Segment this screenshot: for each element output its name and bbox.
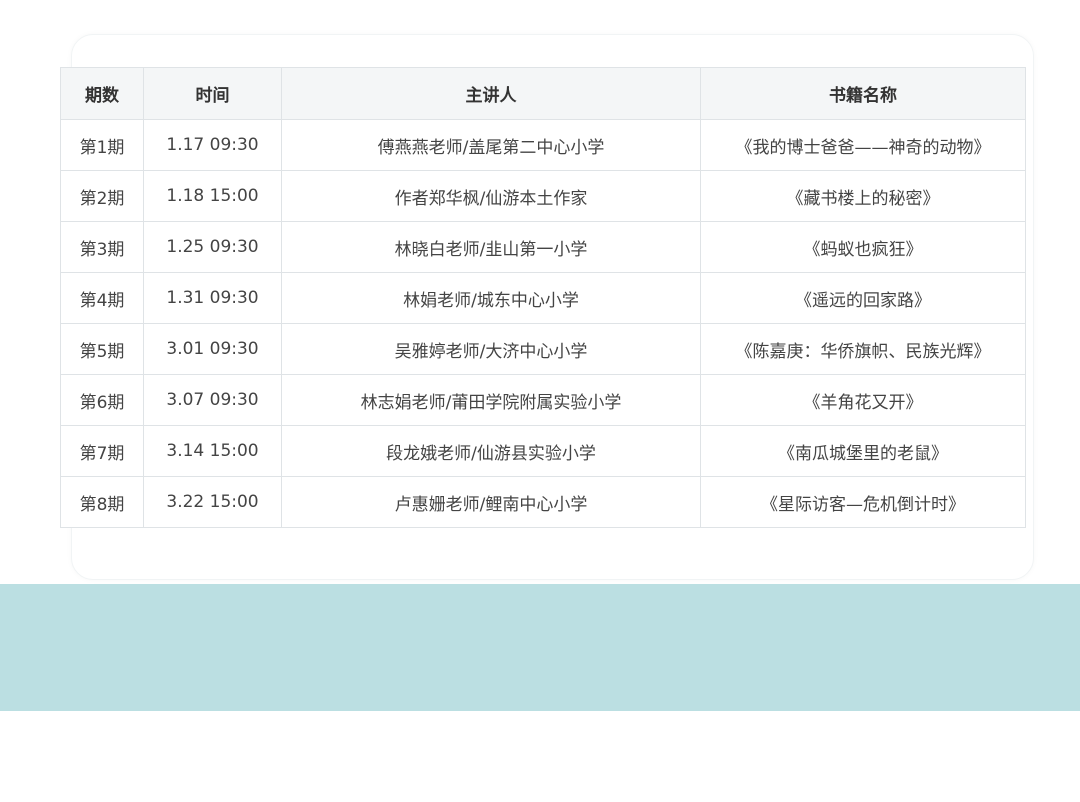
cell-issue: 第3期 bbox=[60, 221, 144, 273]
cell-time: 1.17 09:30 bbox=[143, 119, 282, 171]
table-row: 第6期 3.07 09:30 林志娟老师/莆田学院附属实验小学 《羊角花又开》 bbox=[60, 374, 1026, 426]
cell-book: 《羊角花又开》 bbox=[700, 374, 1026, 426]
table-row: 第1期 1.17 09:30 傅燕燕老师/盖尾第二中心小学 《我的博士爸爸——神… bbox=[60, 119, 1026, 171]
cell-speaker: 林志娟老师/莆田学院附属实验小学 bbox=[281, 374, 701, 426]
cell-issue: 第7期 bbox=[60, 425, 144, 477]
cell-book: 《星际访客—危机倒计时》 bbox=[700, 476, 1026, 528]
lecture-schedule-table: 期数 时间 主讲人 书籍名称 第1期 1.17 09:30 傅燕燕老师/盖尾第二… bbox=[60, 67, 1026, 528]
cell-speaker: 卢惠姗老师/鲤南中心小学 bbox=[281, 476, 701, 528]
cell-book: 《陈嘉庚：华侨旗帜、民族光辉》 bbox=[700, 323, 1026, 375]
cell-time: 3.01 09:30 bbox=[143, 323, 282, 375]
cell-time: 3.22 15:00 bbox=[143, 476, 282, 528]
cell-issue: 第6期 bbox=[60, 374, 144, 426]
table-row: 第8期 3.22 15:00 卢惠姗老师/鲤南中心小学 《星际访客—危机倒计时》 bbox=[60, 476, 1026, 528]
cell-time: 1.25 09:30 bbox=[143, 221, 282, 273]
cell-speaker: 段龙娥老师/仙游县实验小学 bbox=[281, 425, 701, 477]
cell-book: 《我的博士爸爸——神奇的动物》 bbox=[700, 119, 1026, 171]
table-row: 第5期 3.01 09:30 吴雅婷老师/大济中心小学 《陈嘉庚：华侨旗帜、民族… bbox=[60, 323, 1026, 375]
table-header-row: 期数 时间 主讲人 书籍名称 bbox=[60, 67, 1026, 120]
cell-time: 3.14 15:00 bbox=[143, 425, 282, 477]
header-issue: 期数 bbox=[60, 67, 144, 120]
cell-speaker: 林晓白老师/韭山第一小学 bbox=[281, 221, 701, 273]
cell-speaker: 吴雅婷老师/大济中心小学 bbox=[281, 323, 701, 375]
table-row: 第2期 1.18 15:00 作者郑华枫/仙游本土作家 《藏书楼上的秘密》 bbox=[60, 170, 1026, 222]
cell-time: 3.07 09:30 bbox=[143, 374, 282, 426]
table-row: 第3期 1.25 09:30 林晓白老师/韭山第一小学 《蚂蚁也疯狂》 bbox=[60, 221, 1026, 273]
cell-issue: 第1期 bbox=[60, 119, 144, 171]
cell-book: 《蚂蚁也疯狂》 bbox=[700, 221, 1026, 273]
cell-issue: 第2期 bbox=[60, 170, 144, 222]
cell-time: 1.18 15:00 bbox=[143, 170, 282, 222]
header-speaker: 主讲人 bbox=[281, 67, 701, 120]
cell-speaker: 作者郑华枫/仙游本土作家 bbox=[281, 170, 701, 222]
cell-speaker: 林娟老师/城东中心小学 bbox=[281, 272, 701, 324]
table-row: 第4期 1.31 09:30 林娟老师/城东中心小学 《遥远的回家路》 bbox=[60, 272, 1026, 324]
cell-speaker: 傅燕燕老师/盖尾第二中心小学 bbox=[281, 119, 701, 171]
cell-book: 《遥远的回家路》 bbox=[700, 272, 1026, 324]
header-book-title: 书籍名称 bbox=[700, 67, 1026, 120]
decorative-band bbox=[0, 584, 1080, 711]
cell-book: 《南瓜城堡里的老鼠》 bbox=[700, 425, 1026, 477]
table-row: 第7期 3.14 15:00 段龙娥老师/仙游县实验小学 《南瓜城堡里的老鼠》 bbox=[60, 425, 1026, 477]
cell-book: 《藏书楼上的秘密》 bbox=[700, 170, 1026, 222]
header-time: 时间 bbox=[143, 67, 282, 120]
cell-issue: 第5期 bbox=[60, 323, 144, 375]
cell-time: 1.31 09:30 bbox=[143, 272, 282, 324]
cell-issue: 第4期 bbox=[60, 272, 144, 324]
cell-issue: 第8期 bbox=[60, 476, 144, 528]
